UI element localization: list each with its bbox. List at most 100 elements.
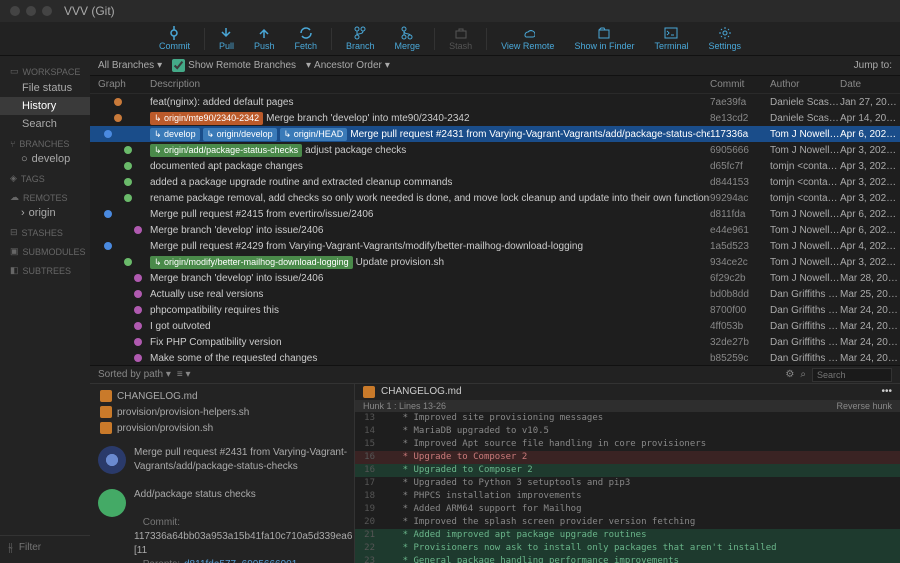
ref-tag[interactable]: ↳ origin/HEAD <box>280 128 348 141</box>
jump-to[interactable]: Jump to: <box>854 60 892 71</box>
sidebar-section-tags[interactable]: ◈TAGS <box>0 167 90 186</box>
toolbar-fetch-button[interactable]: Fetch <box>285 26 328 51</box>
commit-icon <box>167 26 181 40</box>
toolbar-pull-button[interactable]: Pull <box>209 26 244 51</box>
sort-by[interactable]: Sorted by path ▾ <box>98 369 171 380</box>
diff-line[interactable]: 20 * Improved the splash screen provider… <box>355 516 900 529</box>
diff-line[interactable]: 22 * Provisioners now ask to install onl… <box>355 542 900 555</box>
sidebar-section-subtrees[interactable]: ◧SUBTREES <box>0 259 90 278</box>
diff-line[interactable]: 19 * Added ARM64 support for Mailhog <box>355 503 900 516</box>
toolbar-commit-button[interactable]: Commit <box>149 26 200 51</box>
sidebar-branch-develop[interactable]: ○develop <box>0 151 90 167</box>
commit-row[interactable]: phpcompatibility requires this8700f00Dan… <box>90 302 900 318</box>
commit-row[interactable]: ↳ origin/modify/better-mailhog-download-… <box>90 254 900 270</box>
filter-remote-toggle[interactable]: Show Remote Branches <box>172 59 296 72</box>
toolbar-settings-button[interactable]: Settings <box>698 26 751 51</box>
commit-row[interactable]: ↳ origin/mte90/2340-2342Merge branch 'de… <box>90 110 900 126</box>
ref-tag[interactable]: ↳ origin/mte90/2340-2342 <box>150 112 263 125</box>
commit-hash: 99294ac <box>710 193 770 204</box>
col-date[interactable]: Date <box>840 79 900 90</box>
sidebar-item-search[interactable]: Search <box>0 115 90 133</box>
commit-row[interactable]: documented apt package changesd65fc7ftom… <box>90 158 900 174</box>
parent-hash-link[interactable]: d811fda577 <box>184 559 236 563</box>
commit-row[interactable]: Fix PHP Compatibility version32de27bDan … <box>90 334 900 350</box>
commit-hash: 117336a <box>710 129 770 140</box>
merge-icon <box>400 26 414 40</box>
commit-row[interactable]: I got outvoted4ff053bDan Griffiths <dg…M… <box>90 318 900 334</box>
diff-body[interactable]: 13 * Improved site provisioning messages… <box>355 412 900 563</box>
diff-line[interactable]: 23 * General package handling performanc… <box>355 555 900 563</box>
table-header: Graph Description Commit Author Date <box>90 76 900 94</box>
minimize-icon[interactable] <box>26 6 36 16</box>
sidebar-section-remotes[interactable]: ☁REMOTES <box>0 186 90 205</box>
commit-hash: 4ff053b <box>710 321 770 332</box>
changed-file-item[interactable]: provision/provision-helpers.sh <box>94 404 350 420</box>
col-description[interactable]: Description <box>150 79 710 90</box>
diff-line[interactable]: 17 * Upgraded to Python 3 setuptools and… <box>355 477 900 490</box>
search-input[interactable] <box>812 368 892 382</box>
diff-line[interactable]: 13 * Improved site provisioning messages <box>355 412 900 425</box>
ref-tag[interactable]: ↳ develop <box>150 128 200 141</box>
toolbar-branch-button[interactable]: Branch <box>336 26 385 51</box>
ref-tag[interactable]: ↳ origin/modify/better-mailhog-download-… <box>150 256 353 269</box>
commit-author: Tom J Nowell <… <box>770 209 840 220</box>
sidebar-section-stashes[interactable]: ⊟STASHES <box>0 221 90 240</box>
commit-row[interactable]: added a package upgrade routine and extr… <box>90 174 900 190</box>
close-icon[interactable] <box>10 6 20 16</box>
commit-body: Add/package status checks <box>134 488 352 502</box>
diff-line[interactable]: 15 * Improved Apt source file handling i… <box>355 438 900 451</box>
diff-line[interactable]: 16 * Upgrade to Composer 2 <box>355 451 900 464</box>
sidebar-section-workspace[interactable]: ▭WORKSPACE <box>0 60 90 79</box>
filter-icon[interactable]: ⫳ <box>8 540 13 555</box>
line-number: 17 <box>355 477 381 490</box>
col-commit[interactable]: Commit <box>710 79 770 90</box>
toolbar-merge-button[interactable]: Merge <box>385 26 431 51</box>
sidebar-section-submodules[interactable]: ▣SUBMODULES <box>0 240 90 259</box>
commit-row[interactable]: ↳ develop↳ origin/develop↳ origin/HEADMe… <box>90 126 900 142</box>
commit-row[interactable]: ↳ origin/add/package-status-checksadjust… <box>90 142 900 158</box>
commit-date: Apr 3, 2021 at… <box>840 257 900 268</box>
commit-message: Merge pull request #2431 from Varying-Va… <box>350 129 710 140</box>
commit-message: Merge pull request #2415 from evertiro/i… <box>150 209 373 220</box>
commit-row[interactable]: Merge pull request #2429 from Varying-Va… <box>90 238 900 254</box>
filter-scope[interactable]: All Branches▾ <box>98 60 162 71</box>
maximize-icon[interactable] <box>42 6 52 16</box>
sidebar-item-history[interactable]: History <box>0 97 90 115</box>
commit-row[interactable]: rename package removal, add checks so on… <box>90 190 900 206</box>
diff-line[interactable]: 16 * Upgraded to Composer 2 <box>355 464 900 477</box>
commit-row[interactable]: feat(nginx): added default pages7ae39faD… <box>90 94 900 110</box>
diff-line[interactable]: 21 * Added improved apt package upgrade … <box>355 529 900 542</box>
sidebar-remote-origin[interactable]: ›origin <box>0 205 90 221</box>
diff-menu-icon[interactable]: ••• <box>881 386 892 397</box>
changed-file-item[interactable]: provision/provision.sh <box>94 420 350 436</box>
filter-order[interactable]: ▾Ancestor Order▾ <box>306 60 390 71</box>
commit-row[interactable]: Merge branch 'develop' into issue/2406e4… <box>90 222 900 238</box>
diff-line[interactable]: 14 * MariaDB upgraded to v10.5 <box>355 425 900 438</box>
file-modified-icon <box>100 390 112 402</box>
terminal-icon <box>664 26 678 40</box>
commit-author: Tom J Nowell <… <box>770 225 840 236</box>
toolbar-show-in-finder-button[interactable]: Show in Finder <box>564 26 644 51</box>
col-author[interactable]: Author <box>770 79 840 90</box>
ref-tag[interactable]: ↳ origin/develop <box>203 128 277 141</box>
diff-line[interactable]: 18 * PHPCS installation improvements <box>355 490 900 503</box>
commit-hash: d65fc7f <box>710 161 770 172</box>
parent-hash-link[interactable]: 6905666901 <box>242 559 298 563</box>
view-options[interactable]: ≡ ▾ <box>177 369 191 380</box>
settings-icon[interactable]: ⚙ <box>785 369 794 380</box>
commit-row[interactable]: Merge branch 'develop' into issue/24066f… <box>90 270 900 286</box>
commit-row[interactable]: Make some of the requested changesb85259… <box>90 350 900 365</box>
changed-file-item[interactable]: CHANGELOG.md <box>94 388 350 404</box>
commit-row[interactable]: Merge pull request #2415 from evertiro/i… <box>90 206 900 222</box>
sidebar-item-file-status[interactable]: File status <box>0 79 90 97</box>
reverse-hunk-button[interactable]: Reverse hunk <box>836 401 892 411</box>
toolbar-terminal-button[interactable]: Terminal <box>644 26 698 51</box>
toolbar-view-remote-button[interactable]: View Remote <box>491 26 564 51</box>
toolbar-stash-button[interactable]: Stash <box>439 26 482 51</box>
col-graph[interactable]: Graph <box>90 79 150 90</box>
toolbar-push-button[interactable]: Push <box>244 26 285 51</box>
commit-row[interactable]: Actually use real versionsbd0b8ddDan Gri… <box>90 286 900 302</box>
commit-list[interactable]: feat(nginx): added default pages7ae39faD… <box>90 94 900 365</box>
sidebar-section-branches[interactable]: ⑂BRANCHES <box>0 133 90 151</box>
ref-tag[interactable]: ↳ origin/add/package-status-checks <box>150 144 302 157</box>
